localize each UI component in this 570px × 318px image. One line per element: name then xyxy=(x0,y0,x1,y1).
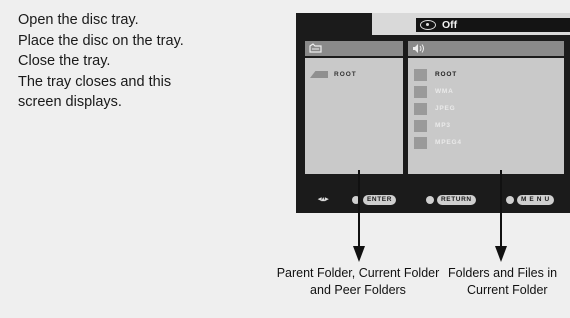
file-item-label: ROOT xyxy=(435,71,457,78)
file-icon xyxy=(414,119,427,132)
return-icon xyxy=(426,196,434,204)
file-item-mpeg4[interactable]: MPEG4 xyxy=(414,136,462,149)
file-item-label: MP3 xyxy=(435,122,451,129)
left-caption-line: and Peer Folders xyxy=(310,283,406,297)
instruction-line: The tray closes and this xyxy=(18,73,172,90)
file-item-root[interactable]: ROOT xyxy=(414,68,457,81)
file-pane-header xyxy=(408,41,564,56)
return-label: RETURN xyxy=(437,195,476,205)
right-arrow-line xyxy=(500,170,502,252)
right-caption-line: Folders and Files in xyxy=(448,266,558,280)
status-text: Off xyxy=(442,19,458,31)
instructions: Open the disc tray. Place the disc on th… xyxy=(18,10,184,113)
disc-icon xyxy=(420,20,436,30)
left-caption: Parent Folder, Current Folder and Peer F… xyxy=(258,265,458,299)
enter-label: ENTER xyxy=(363,195,397,205)
file-icon xyxy=(414,85,427,98)
file-item-mp3[interactable]: MP3 xyxy=(414,119,451,132)
navigation-icon: ◂▴▸ xyxy=(318,196,329,203)
folder-pane: ROOT xyxy=(305,41,403,174)
status-bar: Off xyxy=(372,13,570,35)
folder-pane-body: ROOT xyxy=(305,58,403,174)
file-item-label: JPEG xyxy=(435,105,456,112)
instruction-line: Place the disc on the tray. xyxy=(18,32,184,49)
return-control[interactable]: RETURN xyxy=(426,195,476,205)
menu-control[interactable]: M E N U xyxy=(506,195,554,205)
file-item-wma[interactable]: WMA xyxy=(414,85,454,98)
speaker-icon xyxy=(412,43,425,54)
status-box: Off xyxy=(416,18,570,32)
file-item-label: MPEG4 xyxy=(435,139,462,146)
folder-icon xyxy=(414,68,427,81)
menu-icon xyxy=(506,196,514,204)
disc-menu-screen: Off ROOT ROOT WMA JPEG MP3 MPEG4 ◂▴▸ ENT… xyxy=(296,13,570,213)
file-pane-body: ROOT WMA JPEG MP3 MPEG4 xyxy=(408,58,564,174)
instruction-line: screen displays. xyxy=(18,94,122,110)
root-folder-label: ROOT xyxy=(334,71,357,78)
right-caption: Folders and Files in Current Folder xyxy=(448,265,570,299)
instruction-line: Close the tray. xyxy=(18,53,111,69)
left-arrow-head xyxy=(353,246,365,262)
folder-pane-header xyxy=(305,41,403,56)
file-icon xyxy=(414,102,427,115)
instruction-line: Open the disc tray. xyxy=(18,12,139,28)
left-arrow-line xyxy=(358,170,360,252)
root-folder[interactable]: ROOT xyxy=(310,71,357,78)
file-icon xyxy=(414,136,427,149)
file-item-label: WMA xyxy=(435,88,454,95)
control-bar: ◂▴▸ ENTER RETURN M E N U xyxy=(296,193,570,207)
right-caption-line: Current Folder xyxy=(467,283,548,297)
left-caption-line: Parent Folder, Current Folder xyxy=(276,266,440,280)
right-arrow-head xyxy=(495,246,507,262)
file-item-jpeg[interactable]: JPEG xyxy=(414,102,456,115)
file-pane: ROOT WMA JPEG MP3 MPEG4 xyxy=(408,41,564,174)
folder-tree-icon xyxy=(309,43,322,54)
menu-label: M E N U xyxy=(517,195,554,205)
folder-icon xyxy=(310,71,328,78)
